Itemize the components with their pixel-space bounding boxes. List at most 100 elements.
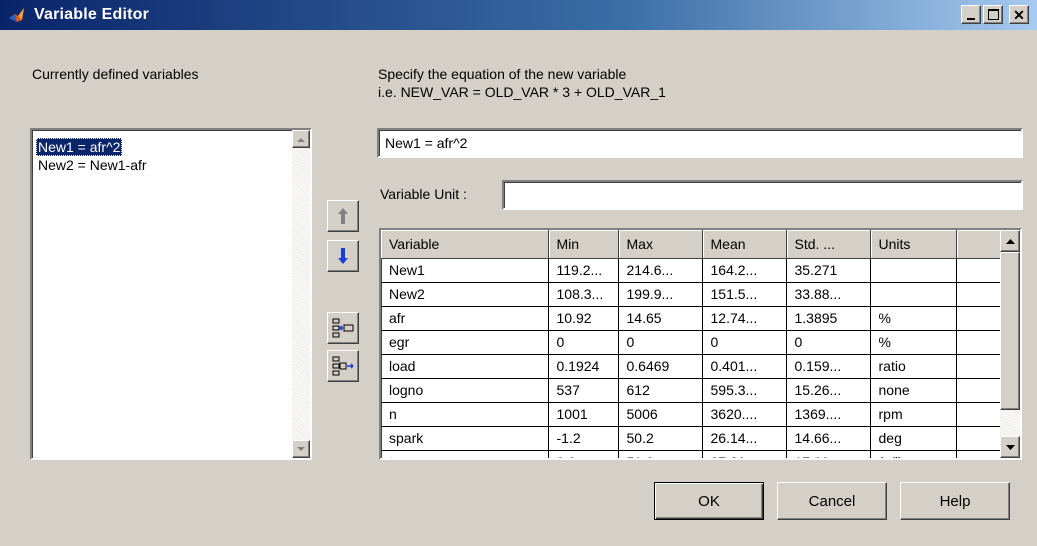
- table-cell: [956, 330, 1005, 355]
- table-row[interactable]: afr 10.92 14.65 12.74... 1.3895%: [381, 306, 1005, 331]
- table-cell: [956, 306, 1005, 331]
- table-cell: 33.88...: [786, 282, 871, 307]
- table-cell: 50.2: [618, 426, 703, 451]
- table-cell: %: [870, 306, 957, 331]
- table-row[interactable]: New2 108.3... 199.9... 151.5... 33.88...: [381, 282, 1005, 307]
- instruction-line-1: Specify the equation of the new variable: [378, 66, 627, 82]
- table-cell: [956, 450, 1005, 458]
- table-cell: 612: [618, 378, 703, 403]
- listbox-scrollbar[interactable]: [292, 130, 310, 458]
- cancel-button[interactable]: Cancel: [777, 482, 887, 520]
- table-cell: logno: [381, 378, 549, 403]
- table-cell: [870, 258, 957, 283]
- table-cell: afr: [381, 306, 549, 331]
- column-header[interactable]: Variable: [381, 230, 549, 259]
- table-cell: %: [870, 330, 957, 355]
- help-button[interactable]: Help: [900, 482, 1010, 520]
- insert-left-button[interactable]: [327, 312, 359, 344]
- table-cell: 14.66...: [786, 426, 871, 451]
- down-arrow-icon: [338, 248, 348, 264]
- table-cell: New1: [381, 258, 549, 283]
- table-cell: n: [381, 402, 549, 427]
- table-cell: 0: [702, 330, 787, 355]
- unit-input[interactable]: [502, 180, 1023, 210]
- table-cell: 5006: [618, 402, 703, 427]
- table-scrollbar[interactable]: [1000, 230, 1020, 458]
- table-row[interactable]: New1 119.2... 214.6... 164.2... 35.271: [381, 258, 1005, 283]
- table-cell: 51.0: [618, 450, 703, 458]
- instruction-line-2: i.e. NEW_VAR = OLD_VAR * 3 + OLD_VAR_1: [378, 84, 666, 100]
- table-cell: [956, 378, 1005, 403]
- column-header[interactable]: Units: [870, 230, 957, 259]
- list-item[interactable]: New1 = afr^2: [36, 138, 123, 156]
- table-scroll-up-button[interactable]: [1000, 230, 1020, 252]
- equation-input[interactable]: New1 = afr^2: [377, 128, 1023, 158]
- ok-button[interactable]: OK: [654, 482, 764, 520]
- table-cell: [956, 426, 1005, 451]
- close-icon: ✕: [1013, 6, 1025, 23]
- table-row[interactable]: load 0.1924 0.6469 0.401... 0.159... ratio: [381, 354, 1005, 379]
- scroll-down-icon: [1005, 444, 1015, 450]
- scroll-down-button[interactable]: [292, 440, 310, 458]
- table-row[interactable]: egr 0 0 0 0%: [381, 330, 1005, 355]
- insert-right-button[interactable]: [327, 350, 359, 382]
- column-header[interactable]: Std. ...: [786, 230, 871, 259]
- maximize-button[interactable]: [983, 5, 1003, 24]
- table-cell: 26.14...: [702, 426, 787, 451]
- minimize-button[interactable]: [961, 5, 981, 24]
- table-cell: load: [381, 354, 549, 379]
- table-cell: 595.3...: [702, 378, 787, 403]
- variables-table[interactable]: Variable Min Max Mean Std. ... Units New1 119.…: [379, 228, 1022, 460]
- table-cell: 214.6...: [618, 258, 703, 283]
- table-row[interactable]: spark -1.2 50.2 26.14... 14.66... deg: [381, 426, 1005, 451]
- table-row[interactable]: t0.051.027.80...17.00...(g/l): [381, 450, 1005, 458]
- window-title: Variable Editor: [34, 6, 150, 23]
- table-cell: deg: [870, 426, 957, 451]
- table-cell: 0: [786, 330, 871, 355]
- table-cell: 12.74...: [702, 306, 787, 331]
- table-row[interactable]: logno 537 612 595.3... 15.26... none: [381, 378, 1005, 403]
- table-header-row: Variable Min Max Mean Std. ... Units: [381, 230, 1005, 259]
- table-row[interactable]: n 1001 5006 3620.... 1369.... rpm: [381, 402, 1005, 427]
- table-scroll-down-button[interactable]: [1000, 436, 1020, 458]
- table-cell: 0.6469: [618, 354, 703, 379]
- column-header[interactable]: Mean: [702, 230, 787, 259]
- table-cell: 0.401...: [702, 354, 787, 379]
- table-cell: [956, 402, 1005, 427]
- table-cell: 17.00...: [786, 450, 871, 458]
- table-cell: [956, 354, 1005, 379]
- table-cell: 10.92: [548, 306, 619, 331]
- move-up-button[interactable]: [327, 200, 359, 232]
- table-cell: 1.3895: [786, 306, 871, 331]
- table-cell: egr: [381, 330, 549, 355]
- column-header[interactable]: Min: [548, 230, 619, 259]
- insert-right-icon: [332, 356, 354, 376]
- column-header[interactable]: [956, 230, 1005, 259]
- table-cell: 0.1924: [548, 354, 619, 379]
- close-button[interactable]: ✕: [1009, 5, 1029, 24]
- scroll-up-icon: [1005, 238, 1015, 244]
- table-cell: (g/l): [870, 450, 957, 458]
- table-cell: 0: [548, 330, 619, 355]
- table-cell: 14.65: [618, 306, 703, 331]
- variables-heading: Currently defined variables: [32, 66, 199, 82]
- table-scroll-thumb[interactable]: [1000, 252, 1020, 410]
- move-down-button[interactable]: [327, 240, 359, 272]
- scroll-up-icon: [297, 137, 305, 142]
- table-cell: New2: [381, 282, 549, 307]
- scroll-down-icon: [297, 446, 305, 451]
- scroll-up-button[interactable]: [292, 130, 310, 148]
- table-cell: 164.2...: [702, 258, 787, 283]
- table-cell: 537: [548, 378, 619, 403]
- variables-listbox[interactable]: New1 = afr^2 New2 = New1-afr: [30, 128, 312, 460]
- table-cell: [870, 282, 957, 307]
- list-item[interactable]: New2 = New1-afr: [36, 156, 149, 174]
- table-cell: spark: [381, 426, 549, 451]
- table-cell: 199.9...: [618, 282, 703, 307]
- table-cell: none: [870, 378, 957, 403]
- matlab-logo-icon: [8, 6, 26, 24]
- column-header[interactable]: Max: [618, 230, 703, 259]
- table-cell: [956, 258, 1005, 283]
- table-cell: rpm: [870, 402, 957, 427]
- table-cell: 0.159...: [786, 354, 871, 379]
